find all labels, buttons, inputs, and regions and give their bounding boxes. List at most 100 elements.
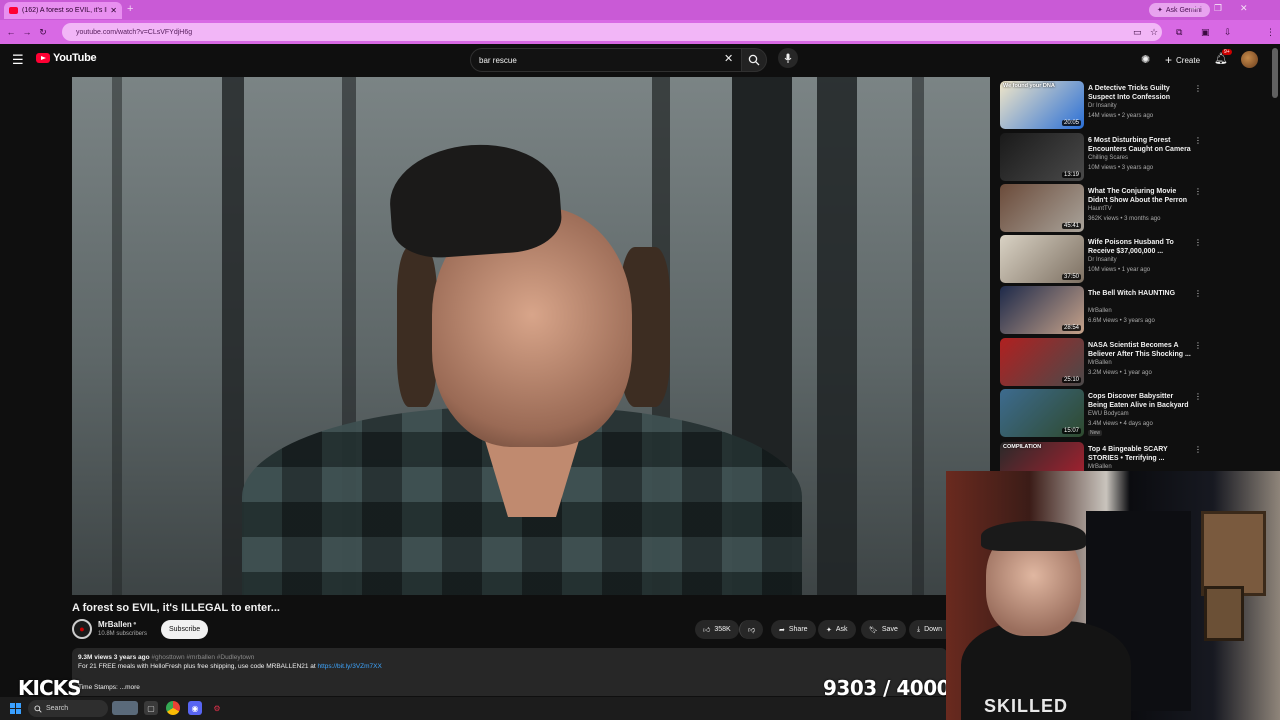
save-button[interactable]: 🔖︎ Save	[861, 620, 906, 639]
recommendation-item[interactable]: 25:10 NASA Scientist Becomes A Believer A…	[1000, 338, 1210, 386]
recommendation-channel[interactable]: Dr Insanity	[1088, 103, 1117, 109]
windows-start-icon[interactable]	[10, 703, 21, 714]
clear-search-icon[interactable]: ✕	[724, 52, 733, 65]
more-options-icon[interactable]: ⋮	[1194, 445, 1202, 454]
more-options-icon[interactable]: ⋮	[1194, 341, 1202, 350]
more-options-icon[interactable]: ⋮	[1194, 136, 1202, 145]
discord-icon[interactable]: ◉	[188, 701, 202, 715]
taskbar-search[interactable]: Search	[28, 700, 108, 717]
search-icon	[34, 704, 42, 713]
shirt-text: SKILLED	[984, 696, 1069, 716]
downloads-icon[interactable]: ⇩	[1224, 27, 1232, 38]
reload-icon[interactable]: ↻	[35, 27, 51, 38]
browser-tab-active[interactable]: (162) A forest so EVIL, it's ILLE... ✕	[4, 2, 122, 19]
recommendation-title[interactable]: Wife Poisons Husband To Receive $37,000,…	[1088, 238, 1192, 256]
description-more[interactable]: Time Stamps: ...more	[78, 684, 140, 691]
video-thumbnail[interactable]: 15:07	[1000, 389, 1084, 437]
channel-name[interactable]: MrBallen	[98, 620, 132, 629]
extension-icon[interactable]: ✺	[1141, 53, 1150, 66]
video-thumbnail[interactable]: 28:54	[1000, 286, 1084, 334]
recommendation-channel[interactable]: MrBallen	[1088, 308, 1112, 314]
video-duration: 45:41	[1061, 223, 1081, 229]
back-icon[interactable]: ←	[3, 27, 19, 37]
video-player[interactable]	[72, 77, 990, 595]
hashtags[interactable]: #ghosttown #mrballen #Dudleytown	[151, 654, 254, 661]
recommendation-channel[interactable]: MrBallen	[1088, 464, 1112, 470]
ask-gemini-button[interactable]: ✦ Ask Gemini	[1149, 3, 1210, 17]
video-thumbnail[interactable]: We found your DNA 20:05	[1000, 81, 1084, 129]
recommendation-title[interactable]: What The Conjuring Movie Didn't Show Abo…	[1088, 187, 1192, 206]
share-icon: ➦	[779, 626, 785, 634]
task-view-icon[interactable]: ▢	[144, 701, 158, 715]
window-close-icon[interactable]: ✕	[1240, 3, 1248, 14]
restore-icon[interactable]: ❐	[1214, 3, 1222, 14]
voice-search-button[interactable]	[778, 48, 798, 68]
recommendation-title[interactable]: 6 Most Disturbing Forest Encounters Caug…	[1088, 136, 1192, 154]
chrome-icon[interactable]	[166, 701, 180, 715]
new-tab-button[interactable]: +	[127, 3, 133, 15]
recommendation-title[interactable]: The Bell Witch HAUNTING	[1088, 289, 1192, 298]
share-button[interactable]: ➦ Share	[771, 620, 816, 639]
tab-close-icon[interactable]: ✕	[110, 6, 117, 15]
bookmark-star-icon[interactable]: ☆	[1150, 27, 1158, 38]
recommendation-channel[interactable]: Chilling Scares	[1088, 155, 1128, 161]
ask-button[interactable]: ✦ Ask	[818, 620, 856, 639]
recommendation-title[interactable]: Cops Discover Babysitter Being Eaten Ali…	[1088, 392, 1192, 410]
recommendation-item[interactable]: 28:54 The Bell Witch HAUNTING MrBallen 6.6M…	[1000, 286, 1210, 334]
recommendation-item[interactable]: 15:07 Cops Discover Babysitter Being Eate…	[1000, 389, 1210, 437]
install-icon[interactable]: ▭	[1133, 27, 1142, 38]
video-duration: 28:54	[1061, 325, 1081, 331]
download-button[interactable]: ⤓ Down	[909, 620, 947, 639]
more-options-icon[interactable]: ⋮	[1194, 392, 1202, 401]
recommendation-channel[interactable]: MrBallen	[1088, 360, 1112, 366]
video-thumbnail[interactable]: 13:19	[1000, 133, 1084, 181]
page-scrollbar[interactable]	[1272, 48, 1278, 98]
recommendation-channel[interactable]: HauntTV	[1088, 206, 1112, 212]
dislike-button[interactable]: 👎︎	[739, 620, 763, 639]
youtube-play-icon	[36, 53, 50, 63]
search-input[interactable]: bar rescue	[470, 48, 742, 72]
browser-tab-bar: (162) A forest so EVIL, it's ILLE... ✕ +…	[0, 0, 1280, 20]
description-link[interactable]: https://bit.ly/3VZm7XX	[318, 663, 382, 670]
subscriber-count: 10.8M subscribers	[98, 631, 148, 637]
recommendation-item[interactable]: 37:50 Wife Poisons Husband To Receive $37…	[1000, 235, 1210, 283]
recommendation-channel[interactable]: EWU Bodycam	[1088, 411, 1129, 417]
recommendation-item[interactable]: 45:41 What The Conjuring Movie Didn't Sho…	[1000, 184, 1210, 232]
more-options-icon[interactable]: ⋮	[1194, 84, 1202, 93]
background-tree	[912, 77, 924, 595]
channel-avatar[interactable]: ●	[72, 619, 92, 639]
microphone-icon	[784, 53, 792, 63]
minimize-icon[interactable]: —	[1190, 3, 1199, 13]
recommendation-item[interactable]: 13:19 6 Most Disturbing Forest Encounters…	[1000, 133, 1210, 181]
recommendation-title[interactable]: NASA Scientist Becomes A Believer After …	[1088, 341, 1192, 359]
recommendation-channel[interactable]: Dr Insanity	[1088, 257, 1117, 263]
more-options-icon[interactable]: ⋮	[1194, 238, 1202, 247]
recommendation-meta: 14M views • 2 years ago	[1088, 113, 1154, 119]
split-view-icon[interactable]: ▣	[1201, 27, 1210, 38]
recommendation-item[interactable]: We found your DNA 20:05 A Detective Tricks…	[1000, 81, 1210, 129]
browser-menu-icon[interactable]: ⋮	[1266, 27, 1275, 38]
forward-icon[interactable]: →	[19, 27, 35, 37]
video-thumbnail[interactable]: 45:41	[1000, 184, 1084, 232]
recommendation-title[interactable]: A Detective Tricks Guilty Suspect Into C…	[1088, 84, 1192, 102]
hamburger-menu-icon[interactable]: ☰	[12, 52, 24, 68]
search-button[interactable]	[741, 48, 767, 72]
more-options-icon[interactable]: ⋮	[1194, 187, 1202, 196]
app-icon[interactable]: ⚙	[210, 701, 224, 715]
address-bar[interactable]: youtube.com/watch?v=CLsVFYdjH6g	[62, 23, 1162, 41]
extensions-icon[interactable]: ⧉	[1176, 27, 1182, 38]
account-avatar[interactable]	[1241, 51, 1258, 68]
widgets-icon[interactable]	[112, 701, 138, 715]
create-button[interactable]: + Create	[1160, 50, 1205, 70]
like-button[interactable]: 👍︎ 358K	[695, 620, 739, 639]
video-thumbnail[interactable]: 37:50	[1000, 235, 1084, 283]
recommendation-meta: 6.6M views • 3 years ago	[1088, 318, 1155, 324]
browser-toolbar: ← → ↻ youtube.com/watch?v=CLsVFYdjH6g ▭ …	[0, 20, 1280, 57]
recommendation-title[interactable]: Top 4 Bingeable SCARY STORIES • Terrifyi…	[1088, 445, 1192, 463]
subscribe-button[interactable]: Subscribe	[161, 620, 209, 639]
video-thumbnail[interactable]: 25:10	[1000, 338, 1084, 386]
more-options-icon[interactable]: ⋮	[1194, 289, 1202, 298]
presenter-cap	[386, 139, 564, 261]
headset	[981, 521, 1086, 551]
youtube-logo[interactable]: YouTube	[36, 52, 97, 64]
